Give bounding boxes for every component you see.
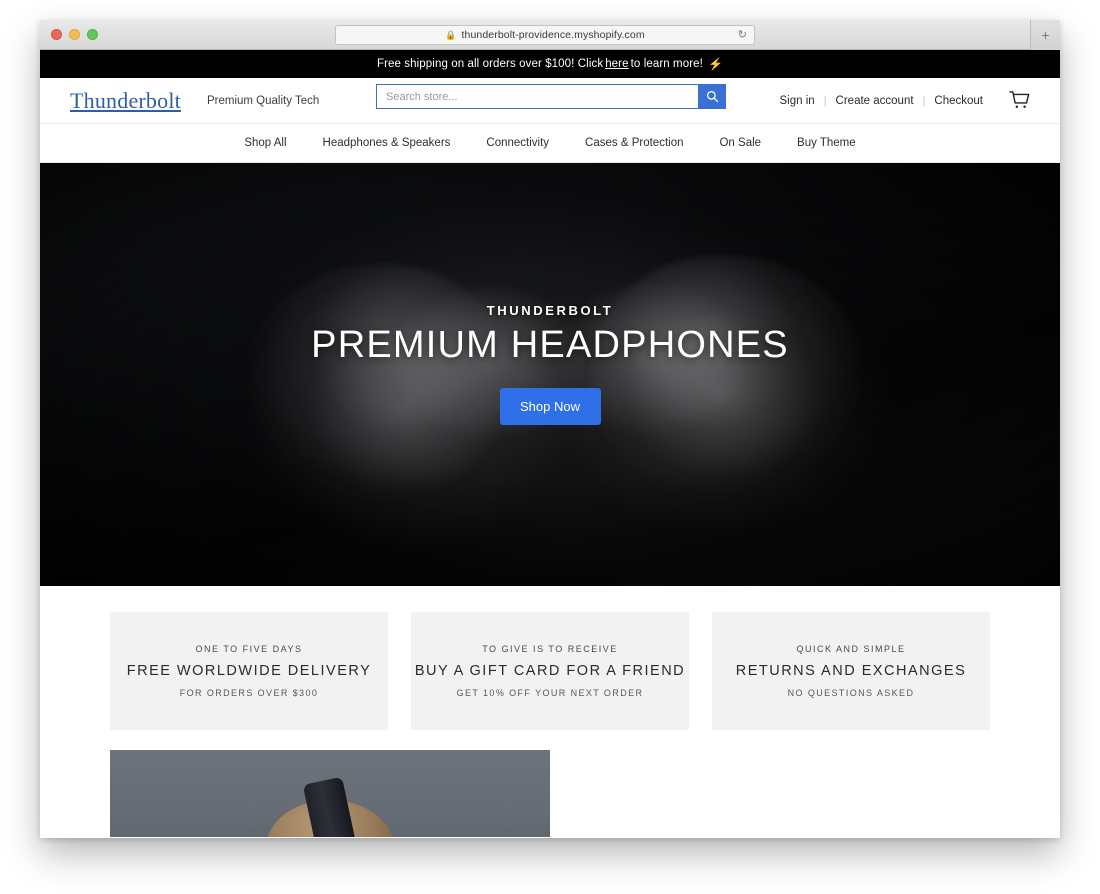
new-tab-button[interactable]: +: [1030, 20, 1060, 50]
feature-sub: NO QUESTIONS ASKED: [787, 688, 915, 698]
search-bar: [376, 84, 726, 109]
shopping-cart-icon: [1009, 91, 1030, 109]
cart-button[interactable]: [1009, 91, 1030, 110]
browser-titlebar: 🔒 thunderbolt-providence.myshopify.com ↻…: [40, 20, 1060, 50]
minimize-window-button[interactable]: [69, 29, 80, 40]
lifestyle-image-card[interactable]: [110, 750, 550, 837]
shop-now-button[interactable]: Shop Now: [499, 387, 601, 425]
checkout-link[interactable]: Checkout: [925, 95, 992, 107]
page-viewport: Free shipping on all orders over $100! C…: [40, 50, 1060, 837]
feature-box-returns: QUICK AND SIMPLE RETURNS AND EXCHANGES N…: [712, 612, 990, 730]
hero-content: THUNDERBOLT PREMIUM HEADPHONES Shop Now: [40, 163, 1060, 586]
site-tagline: Premium Quality Tech: [206, 94, 320, 107]
feature-eyebrow: QUICK AND SIMPLE: [796, 644, 906, 654]
announcement-text-after: to learn more!: [630, 58, 703, 70]
nav-item-buy-theme[interactable]: Buy Theme: [779, 137, 874, 149]
feature-box-gift-card: TO GIVE IS TO RECEIVE BUY A GIFT CARD FO…: [411, 612, 689, 730]
search-input[interactable]: [376, 84, 698, 109]
feature-title: BUY A GIFT CARD FOR A FRIEND: [414, 663, 686, 679]
feature-boxes: ONE TO FIVE DAYS FREE WORLDWIDE DELIVERY…: [40, 586, 1060, 730]
feature-sub: GET 10% OFF YOUR NEXT ORDER: [456, 688, 644, 698]
feature-title: RETURNS AND EXCHANGES: [735, 663, 967, 679]
feature-box-delivery: ONE TO FIVE DAYS FREE WORLDWIDE DELIVERY…: [110, 612, 388, 730]
nav-item-shop-all[interactable]: Shop All: [226, 137, 304, 149]
lock-icon: 🔒: [445, 29, 457, 40]
browser-window: 🔒 thunderbolt-providence.myshopify.com ↻…: [40, 20, 1060, 838]
feature-eyebrow: ONE TO FIVE DAYS: [195, 644, 303, 654]
close-window-button[interactable]: [51, 29, 62, 40]
zoom-window-button[interactable]: [87, 29, 98, 40]
feature-title: FREE WORLDWIDE DELIVERY: [126, 663, 372, 679]
feature-eyebrow: TO GIVE IS TO RECEIVE: [482, 644, 618, 654]
sign-in-link[interactable]: Sign in: [771, 95, 824, 107]
url-text: thunderbolt-providence.myshopify.com: [461, 29, 645, 41]
nav-item-on-sale[interactable]: On Sale: [701, 137, 779, 149]
announcement-bar: Free shipping on all orders over $100! C…: [40, 50, 1060, 78]
hero-eyebrow: THUNDERBOLT: [486, 303, 614, 318]
nav-item-headphones-speakers[interactable]: Headphones & Speakers: [305, 137, 469, 149]
announcement-text-before: Free shipping on all orders over $100! C…: [376, 58, 604, 70]
create-account-link[interactable]: Create account: [827, 95, 923, 107]
search-icon: [706, 90, 718, 103]
nav-item-cases-protection[interactable]: Cases & Protection: [567, 137, 701, 149]
feature-sub: FOR ORDERS OVER $300: [179, 688, 319, 698]
nav-item-connectivity[interactable]: Connectivity: [468, 137, 567, 149]
bottom-section: [40, 730, 1060, 837]
site-logo[interactable]: Thunderbolt: [70, 88, 181, 114]
lightning-bolt-icon: ⚡: [707, 57, 724, 71]
announcement-link[interactable]: here: [605, 58, 628, 70]
window-controls: [51, 29, 98, 40]
main-navigation: Shop All Headphones & Speakers Connectiv…: [40, 123, 1060, 163]
search-submit-button[interactable]: [698, 84, 726, 109]
header-account-links: Sign in | Create account | Checkout: [771, 91, 1030, 110]
reload-icon[interactable]: ↻: [738, 29, 747, 41]
address-bar[interactable]: 🔒 thunderbolt-providence.myshopify.com ↻: [335, 25, 755, 45]
hero-title: PREMIUM HEADPHONES: [311, 324, 789, 366]
site-header: Thunderbolt Premium Quality Tech Sign in…: [40, 78, 1060, 123]
hero-banner: THUNDERBOLT PREMIUM HEADPHONES Shop Now: [40, 163, 1060, 586]
